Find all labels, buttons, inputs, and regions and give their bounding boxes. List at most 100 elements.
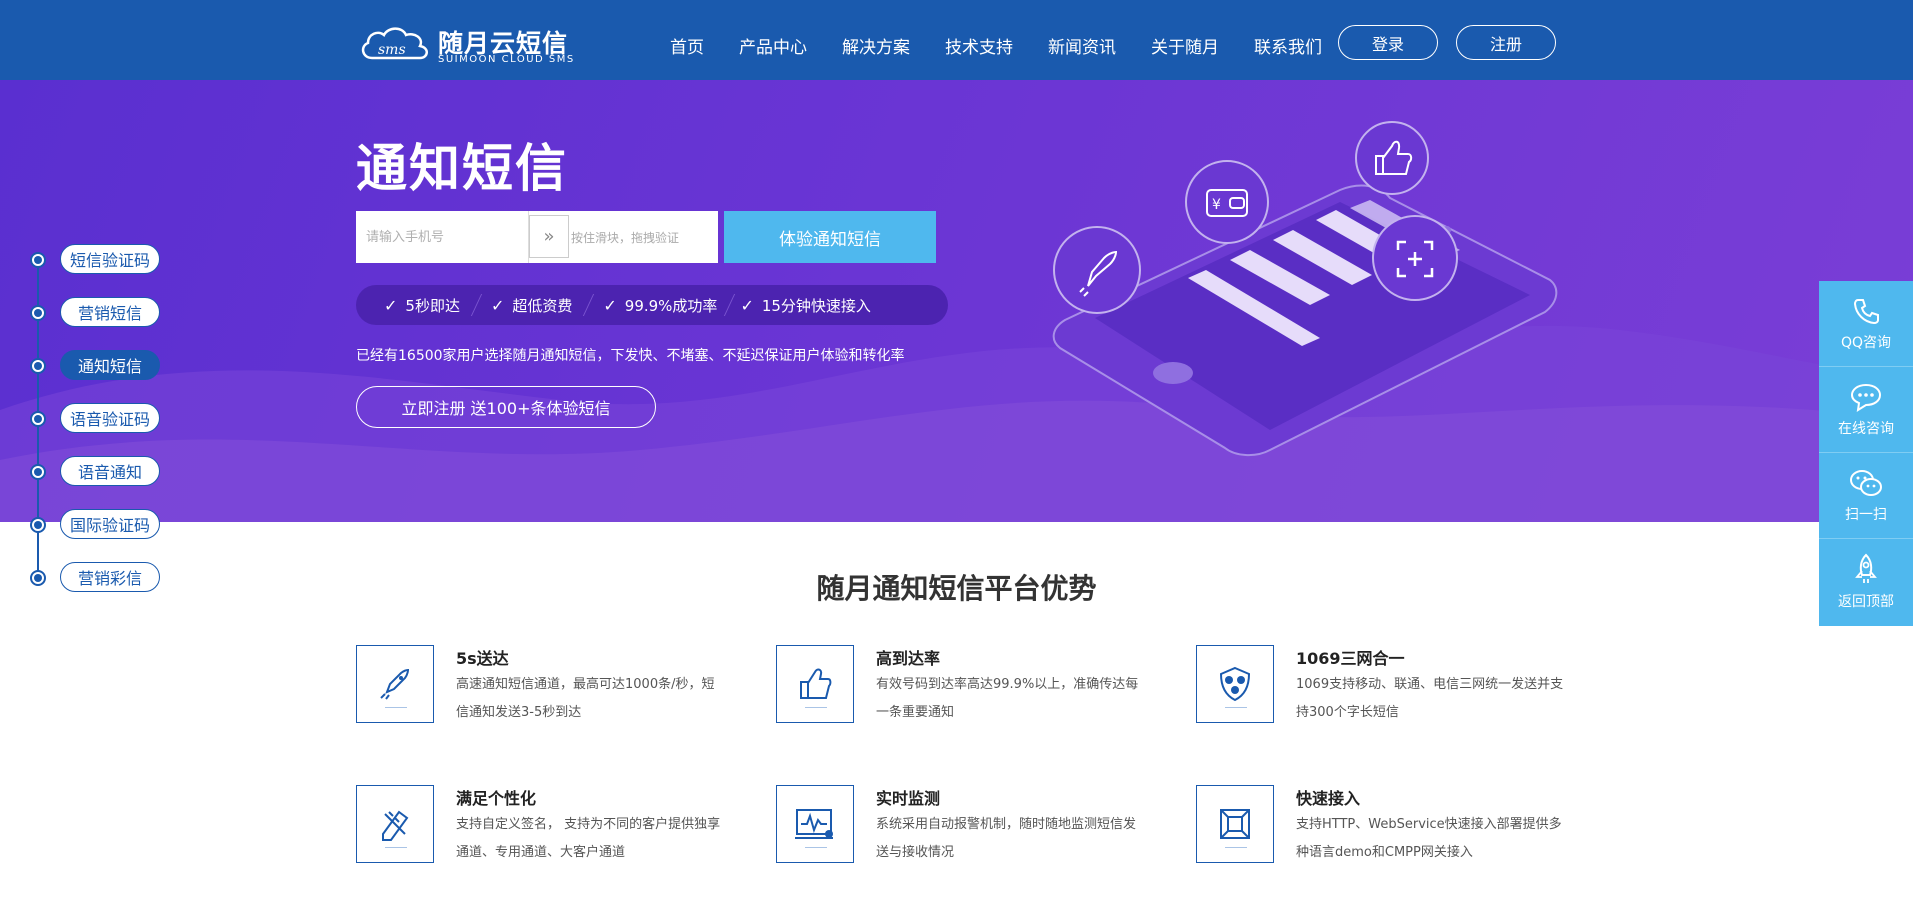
cube-icon — [1220, 809, 1250, 839]
feature-label: 15分钟快速接入 — [761, 296, 871, 315]
sidebar-label: 扫一扫 — [1845, 506, 1887, 523]
hero-description: 已经有16500家用户选择随月通知短信，下发快、不堵塞、不延迟保证用户体验和转化… — [356, 348, 905, 364]
advantage-card: 快速接入 支持HTTP、WebService快速接入部署提供多种语言demo和C… — [1196, 785, 1576, 875]
phone-input[interactable] — [356, 211, 528, 263]
nav-support[interactable]: 技术支持 — [945, 33, 1013, 58]
phone-illustration: ¥ — [1052, 121, 1558, 456]
thumbs-up-icon — [800, 668, 832, 699]
main-nav: 首页 产品中心 解决方案 技术支持 新闻资讯 关于随月 联系我们 — [670, 33, 1357, 58]
timeline-label[interactable]: 语音通知 — [60, 456, 160, 486]
sidebar-label: QQ咨询 — [1840, 334, 1892, 351]
advantage-title: 1069三网合一 — [1296, 649, 1405, 668]
feature-item: ✓ 5秒即达 — [384, 295, 460, 316]
register-button[interactable]: 注册 — [1456, 25, 1556, 60]
timeline-label[interactable]: 国际验证码 — [60, 509, 160, 539]
timeline-dot — [30, 358, 46, 374]
rocket-icon — [380, 668, 410, 700]
top-navbar: sms 随月云短信 SUIMOON CLOUD SMS 首页 产品中心 解决方案… — [0, 0, 1913, 80]
advantage-desc: 系统采用自动报警机制，随时随地监测短信发送与接收情况 — [876, 817, 1137, 860]
svg-text:¥: ¥ — [1212, 197, 1221, 213]
register-free-trial-button[interactable]: 立即注册 送100+条体验短信 — [356, 386, 656, 428]
timeline-dot — [30, 517, 46, 533]
advantage-icon-box — [1196, 645, 1274, 723]
timeline-label[interactable]: 语音验证码 — [60, 403, 160, 433]
advantage-icon-box — [356, 645, 434, 723]
timeline-label[interactable]: 营销短信 — [60, 297, 160, 327]
wechat-icon — [1850, 469, 1882, 496]
network-icon — [1219, 666, 1251, 702]
scan-icon — [1372, 215, 1458, 301]
scan-qr-button[interactable]: 扫一扫 — [1819, 453, 1913, 539]
logo[interactable]: sms 随月云短信 SUIMOON CLOUD SMS — [358, 20, 573, 70]
check-icon: ✓ — [740, 295, 754, 315]
phone-icon — [1853, 298, 1879, 324]
nav-contact[interactable]: 联系我们 — [1254, 33, 1322, 58]
wallet-icon: ¥ — [1185, 160, 1269, 244]
advantage-title: 快速接入 — [1296, 789, 1361, 808]
advantage-card: 高到达率 有效号码到达率高达99.9%以上，准确传达每一条重要通知 — [776, 645, 1156, 735]
nav-about[interactable]: 关于随月 — [1151, 33, 1219, 58]
feature-item: ✓ 15分钟快速接入 — [740, 295, 871, 316]
feature-item: ✓ 超低资费 — [491, 295, 572, 316]
pencil-ruler-icon — [382, 810, 409, 841]
advantage-title: 高到达率 — [876, 649, 941, 668]
advantage-icon-box — [356, 785, 434, 863]
timeline-dot — [30, 464, 46, 480]
nav-products[interactable]: 产品中心 — [739, 33, 807, 58]
chat-icon — [1850, 383, 1882, 412]
monitor-icon — [795, 809, 833, 839]
feature-pill-bar: ✓ 5秒即达 ✓ 超低资费 ✓ 99.9%成功率 ✓ 15分钟快速接入 — [356, 285, 948, 325]
thumbs-up-icon — [1355, 121, 1429, 195]
advantage-desc: 有效号码到达率高达99.9%以上，准确传达每一条重要通知 — [876, 677, 1139, 720]
slider-captcha[interactable]: » 按住滑块，拖拽验证 — [528, 211, 718, 263]
nav-home[interactable]: 首页 — [670, 33, 704, 58]
advantage-title: 5s送达 — [456, 649, 509, 668]
advantage-desc: 支持HTTP、WebService快速接入部署提供多种语言demo和CMPP网关… — [1296, 817, 1562, 860]
nav-solutions[interactable]: 解决方案 — [842, 33, 910, 58]
advantage-card: 满足个性化 支持自定义签名， 支持为不同的客户提供独享通道、专用通道、大客户通道 — [356, 785, 736, 875]
slider-hint: 按住滑块，拖拽验证 — [571, 231, 680, 245]
advantage-icon-box — [1196, 785, 1274, 863]
advantage-card: 实时监测 系统采用自动报警机制，随时随地监测短信发送与接收情况 — [776, 785, 1156, 875]
advantage-icon-box — [776, 645, 854, 723]
logo-badge-text: sms — [378, 42, 406, 58]
try-notification-sms-button[interactable]: 体验通知短信 — [724, 211, 936, 263]
hero-banner: 通知短信 » 按住滑块，拖拽验证 体验通知短信 ✓ 5秒即达 ✓ 超低资费 ✓ 99.… — [0, 80, 1913, 522]
feature-label: 超低资费 — [512, 296, 573, 315]
advantage-desc: 高速通知短信通道，最高可达1000条/秒，短信通知发送3-5秒到达 — [456, 677, 715, 720]
timeline-dot — [30, 305, 46, 321]
hero-title: 通知短信 — [356, 140, 569, 199]
feature-item: ✓ 99.9%成功率 — [603, 295, 717, 316]
timeline-label[interactable]: 短信验证码 — [60, 244, 160, 274]
double-chevron-right-icon: » — [543, 226, 555, 247]
feature-label: 99.9%成功率 — [624, 296, 718, 315]
divider — [470, 294, 483, 316]
advantage-desc: 1069支持移动、联通、电信三网统一发送并支持300个字长短信 — [1296, 677, 1564, 720]
logo-text-en: SUIMOON CLOUD SMS — [438, 54, 575, 65]
advantage-title: 实时监测 — [876, 789, 941, 808]
divider — [583, 294, 595, 316]
slider-handle[interactable]: » — [529, 215, 569, 258]
timeline-dot — [30, 252, 46, 268]
divider — [724, 294, 736, 316]
login-button[interactable]: 登录 — [1338, 25, 1438, 60]
timeline-label[interactable]: 通知短信 — [60, 350, 160, 380]
check-icon: ✓ — [384, 295, 398, 315]
feature-label: 5秒即达 — [405, 296, 460, 315]
timeline-dot — [30, 411, 46, 427]
rocket-icon — [1053, 226, 1141, 314]
advantage-card: 5s送达 高速通知短信通道，最高可达1000条/秒，短信通知发送3-5秒到达 — [356, 645, 736, 735]
online-consult-button[interactable]: 在线咨询 — [1819, 367, 1913, 453]
advantage-card: 1069三网合一 1069支持移动、联通、电信三网统一发送并支持300个字长短信 — [1196, 645, 1576, 735]
advantage-title: 满足个性化 — [456, 789, 537, 808]
nav-news[interactable]: 新闻资讯 — [1048, 33, 1116, 58]
check-icon: ✓ — [490, 295, 505, 315]
advantage-desc: 支持自定义签名， 支持为不同的客户提供独享通道、专用通道、大客户通道 — [456, 817, 721, 860]
advantage-icon-box — [776, 785, 854, 863]
qq-consult-button[interactable]: QQ咨询 — [1819, 281, 1913, 367]
hero-waves-decoration — [0, 325, 1913, 522]
check-icon: ✓ — [603, 295, 617, 315]
sidebar-label: 在线咨询 — [1838, 420, 1894, 437]
cloud-logo-icon: sms — [361, 27, 428, 60]
advantages-title: 随月通知短信平台优势 — [816, 572, 1097, 605]
